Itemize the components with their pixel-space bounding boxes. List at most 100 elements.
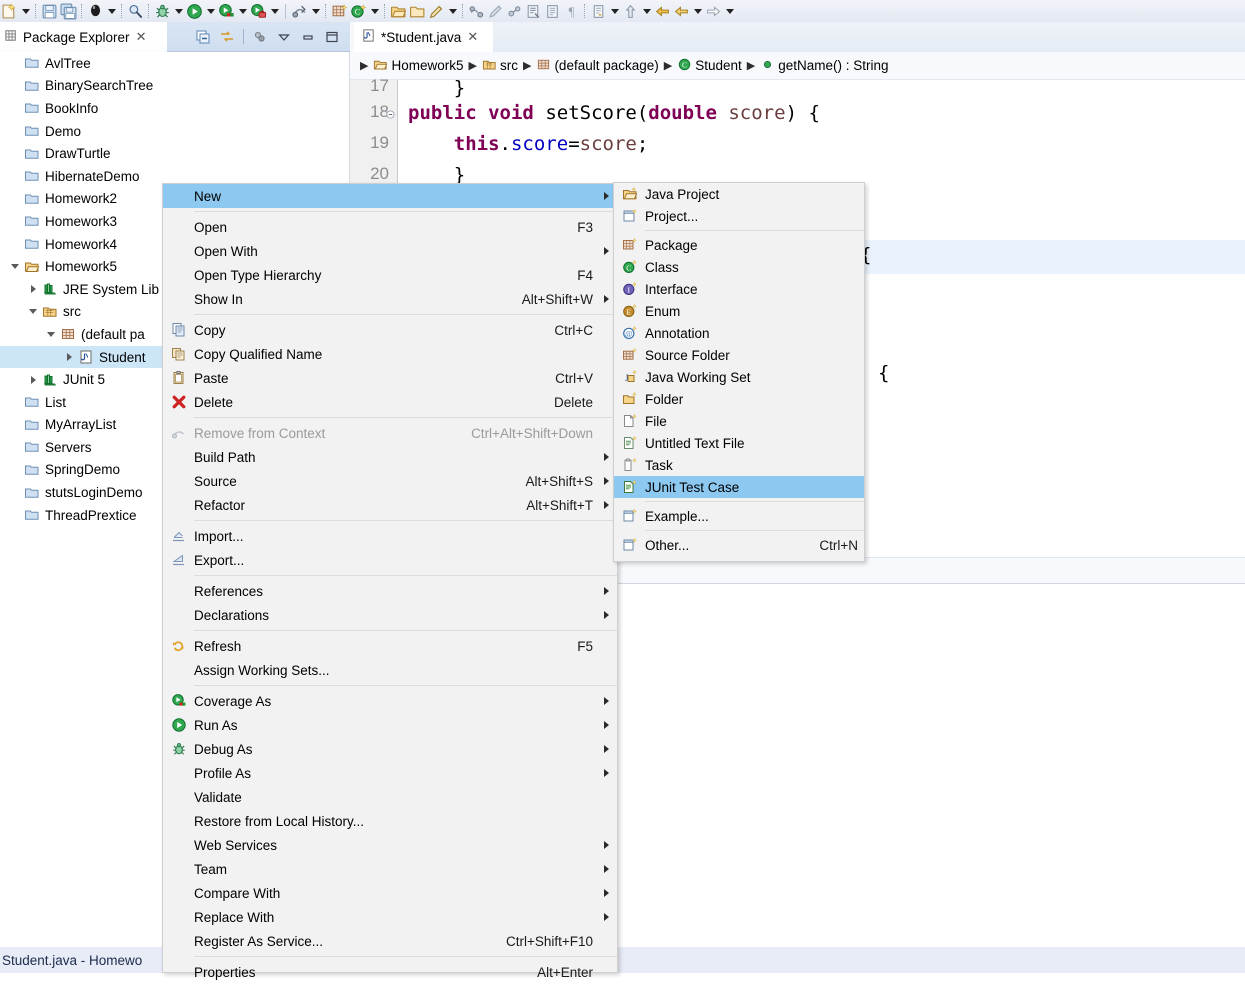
new-menu-item-untitled-text-file[interactable]: Untitled Text File [614,432,864,454]
menu-item-open[interactable]: Open F3 [163,215,617,239]
breadcrumb-item-method[interactable]: getName() : String [760,57,889,75]
breadcrumb-item-project[interactable]: Homework5 [373,57,464,75]
breadcrumb-item-package[interactable]: (default package) [536,57,659,75]
menu-item-references[interactable]: References [163,579,617,603]
menu-item-delete[interactable]: Delete Delete [163,390,617,414]
toolbar-button-back[interactable] [653,0,672,22]
toolbar-button-link[interactable] [505,0,524,22]
new-submenu[interactable]: Java Project Project... Package C Class I Inte… [613,182,865,562]
new-menu-item-class[interactable]: C Class [614,256,864,278]
menu-item-source[interactable]: Source Alt+Shift+S [163,469,617,493]
new-menu-item-package[interactable]: Package [614,234,864,256]
new-menu-item-interface[interactable]: I Interface [614,278,864,300]
new-menu-item-source-folder[interactable]: Source Folder [614,344,864,366]
breadcrumb-item-src[interactable]: src [482,57,518,75]
chevron-down-icon[interactable] [608,2,621,21]
menu-item-run-as[interactable]: Run As [163,713,617,737]
context-menu[interactable]: New Open F3 Open With Open Type Hierarchy F4 S… [162,183,618,980]
menu-item-refactor[interactable]: Refactor Alt+Shift+T [163,493,617,517]
menu-item-profile-as[interactable]: Profile As [163,761,617,785]
toolbar-button-forward[interactable] [704,0,736,22]
chevron-right-icon[interactable] [62,346,76,368]
close-icon[interactable]: ✕ [136,29,147,45]
menu-item-coverage-as[interactable]: Coverage As [163,689,617,713]
chevron-down-icon[interactable] [204,2,217,21]
toolbar-button-new-wizard[interactable] [0,0,32,22]
chevron-down-icon[interactable] [19,2,32,21]
toolbar-button-debug[interactable] [153,0,185,22]
toolbar-button-previous-annotation[interactable] [621,0,653,22]
menu-item-validate[interactable]: Validate [163,785,617,809]
chevron-down-icon[interactable] [105,2,118,21]
menu-item-refresh[interactable]: Refresh F5 [163,634,617,658]
minimize-icon[interactable] [296,27,320,47]
view-menu-filter-icon[interactable] [248,27,272,47]
toolbar-button-outline[interactable] [543,0,562,22]
menu-item-show-in[interactable]: Show In Alt+Shift+W [163,287,617,311]
menu-item-open-type-hierarchy[interactable]: Open Type Hierarchy F4 [163,263,617,287]
chevron-down-icon[interactable] [691,2,704,21]
toolbar-button-save-all[interactable] [59,0,78,22]
menu-item-debug-as[interactable]: Debug As [163,737,617,761]
folding-collapse-icon[interactable] [386,110,395,119]
collapse-all-icon[interactable] [191,27,215,47]
toolbar-button-edit[interactable] [486,0,505,22]
new-menu-item-junit-test-case[interactable]: JUnit Test Case [614,476,864,498]
new-menu-item-annotation[interactable]: @ Annotation [614,322,864,344]
chevron-down-icon[interactable] [26,301,40,323]
chevron-down-icon[interactable] [44,323,58,345]
menu-item-team[interactable]: Team [163,857,617,881]
toolbar-button-open-type[interactable] [389,0,408,22]
chevron-down-icon[interactable] [8,256,22,278]
menu-item-declarations[interactable]: Declarations [163,603,617,627]
menu-item-build-path[interactable]: Build Path [163,445,617,469]
toolbar-button-annotation[interactable] [427,0,459,22]
maximize-icon[interactable] [320,27,344,47]
breadcrumb-item-class[interactable]: C Student [677,57,742,75]
menu-item-web-services[interactable]: Web Services [163,833,617,857]
menu-item-replace-with[interactable]: Replace With [163,905,617,929]
new-menu-item-other[interactable]: Other... Ctrl+N [614,534,864,556]
menu-item-paste[interactable]: Paste Ctrl+V [163,366,617,390]
chevron-down-icon[interactable] [268,2,281,21]
chevron-down-icon[interactable] [723,2,736,21]
chevron-down-icon[interactable] [640,2,653,21]
toolbar-button-run[interactable] [185,0,217,22]
menu-item-copy-qualified-name[interactable]: Copy Qualified Name [163,342,617,366]
toolbar-button-print[interactable] [86,0,118,22]
tab-package-explorer[interactable]: Package Explorer ✕ [0,22,167,52]
toolbar-button-next-annotation[interactable] [589,0,621,22]
tree-item-drawturtle[interactable]: DrawTurtle [0,142,350,165]
tree-item-bookinfo[interactable]: BookInfo [0,97,350,120]
menu-item-import[interactable]: Import... [163,524,617,548]
menu-item-new[interactable]: New [163,184,617,208]
toolbar-button-coverage[interactable] [217,0,249,22]
toolbar-button-mark-occurrences[interactable] [467,0,486,22]
new-menu-item-file[interactable]: File [614,410,864,432]
menu-item-properties[interactable]: Properties Alt+Enter [163,960,617,984]
new-menu-item-example[interactable]: Example... [614,505,864,527]
menu-item-copy[interactable]: Copy Ctrl+C [163,318,617,342]
new-menu-item-enum[interactable]: E Enum [614,300,864,322]
menu-item-open-with[interactable]: Open With [163,239,617,263]
new-menu-item-folder[interactable]: Folder [614,388,864,410]
tree-item-avltree[interactable]: AvlTree [0,52,350,75]
new-menu-item-java-working-set[interactable]: J Java Working Set [614,366,864,388]
tab-student-java[interactable]: *Student.java ✕ [354,22,493,52]
chevron-down-icon[interactable] [236,2,249,21]
menu-item-restore-from-local-history[interactable]: Restore from Local History... [163,809,617,833]
link-with-editor-icon[interactable] [215,27,239,47]
chevron-right-icon[interactable] [26,278,40,300]
tree-item-binarysearchtree[interactable]: BinarySearchTree [0,75,350,98]
chevron-right-icon[interactable] [26,369,40,391]
menu-item-register-as-service[interactable]: Register As Service... Ctrl+Shift+F10 [163,929,617,953]
toolbar-button-save[interactable] [40,0,59,22]
toolbar-button-skip-breakpoints[interactable] [290,0,322,22]
menu-item-export[interactable]: Export... [163,548,617,572]
new-menu-item-project[interactable]: Project... [614,205,864,227]
close-icon[interactable]: ✕ [467,29,478,45]
chevron-down-icon[interactable] [446,2,459,21]
view-menu-icon[interactable] [272,27,296,47]
chevron-down-icon[interactable] [172,2,185,21]
toolbar-button-search[interactable] [126,0,145,22]
